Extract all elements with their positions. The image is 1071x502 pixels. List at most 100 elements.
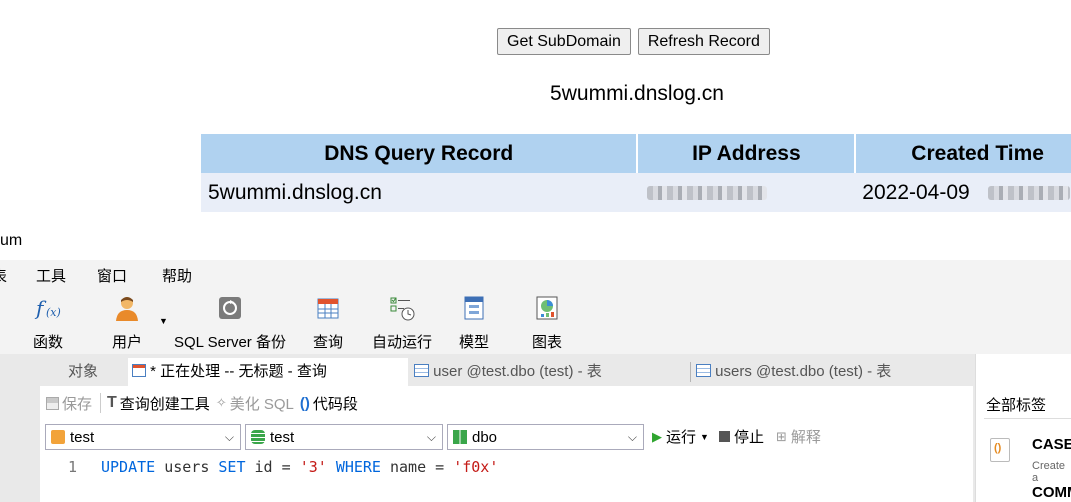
snippet-icon: () bbox=[299, 394, 310, 412]
divider bbox=[984, 418, 1071, 419]
query-editor: 保存 T 查询创建工具 ✧ 美化 SQL () 代码段 test ⌵ test … bbox=[40, 386, 973, 502]
magic-wand-icon: ✧ bbox=[215, 395, 227, 410]
tab-users-table[interactable]: users @test.dbo (test) - 表 bbox=[692, 358, 973, 386]
backup-icon bbox=[219, 297, 241, 319]
toolbar-function-button[interactable]: f (x) 函数 bbox=[24, 288, 72, 354]
window-title: um bbox=[0, 232, 23, 249]
database-select[interactable]: test ⌵ bbox=[245, 424, 443, 450]
snippet-title: CASE bbox=[1032, 436, 1071, 453]
toolbar-query-button[interactable]: 查询 bbox=[306, 288, 350, 354]
toolbar-label: 查询 bbox=[312, 334, 343, 351]
menu-tools[interactable]: 工具 bbox=[36, 265, 66, 286]
toolbar-model-button[interactable]: 模型 bbox=[452, 288, 496, 354]
toolbar-user-button[interactable]: 用户 bbox=[103, 288, 151, 354]
toolbar-label: 图表 bbox=[531, 334, 562, 351]
svg-text:(x): (x) bbox=[46, 306, 61, 319]
menu-table[interactable]: 表 bbox=[0, 265, 7, 286]
navicat-window: um 表 工具 窗口 帮助 f (x) 函数 用户 ▼ bbox=[0, 222, 1071, 502]
snippet-side-panel: 全部标签 () CASE Create a COMM bbox=[975, 354, 1071, 502]
tab-active-query[interactable]: * 正在处理 -- 无标题 - 查询 bbox=[128, 358, 408, 386]
title-bar: um bbox=[0, 222, 1071, 260]
toolbar-label: SQL Server 备份 bbox=[174, 334, 286, 351]
tab-objects[interactable]: 对象 bbox=[40, 358, 126, 386]
header-ip-address: IP Address bbox=[637, 134, 857, 173]
run-dropdown-icon[interactable]: ▼ bbox=[700, 432, 709, 442]
stop-icon[interactable] bbox=[718, 431, 730, 442]
connection-select[interactable]: test ⌵ bbox=[45, 424, 241, 450]
menu-window[interactable]: 窗口 bbox=[97, 265, 127, 286]
cell-record: 5wummi.dnslog.cn bbox=[201, 173, 638, 212]
save-button[interactable]: 保存 bbox=[46, 393, 92, 414]
sql-code-area[interactable]: 1 UPDATE users SET id = '3' WHERE name =… bbox=[40, 456, 973, 502]
tab-label: * 正在处理 -- 无标题 - 查询 bbox=[150, 363, 327, 380]
toolbar-sqlserver-backup-button[interactable]: SQL Server 备份 bbox=[171, 288, 289, 354]
toolbar-label: 模型 bbox=[458, 334, 489, 351]
table-row: 5wummi.dnslog.cn 2022-04-09 bbox=[201, 173, 1071, 212]
menu-bar: 表 工具 窗口 帮助 bbox=[0, 260, 1071, 288]
tab-user-table[interactable]: user @test.dbo (test) - 表 bbox=[410, 358, 690, 386]
schema-select[interactable]: dbo ⌵ bbox=[447, 424, 644, 450]
sql-identifier: users bbox=[155, 458, 219, 476]
header-created-time: Created Time bbox=[855, 134, 1071, 173]
beautify-sql-button[interactable]: ✧ 美化 SQL bbox=[216, 393, 294, 414]
refresh-record-button[interactable]: Refresh Record bbox=[637, 28, 770, 55]
save-icon bbox=[46, 396, 59, 410]
code-snippet-button[interactable]: () 代码段 bbox=[300, 393, 358, 414]
schema-value: dbo bbox=[472, 429, 498, 446]
workspace: 对象 * 正在处理 -- 无标题 - 查询 user @test.dbo (te… bbox=[0, 354, 1071, 502]
tab-label: user @test.dbo (test) - 表 bbox=[433, 363, 602, 380]
toolbar-autorun-button[interactable]: 自动运行 bbox=[370, 288, 434, 354]
query-builder-button[interactable]: T 查询创建工具 bbox=[107, 393, 210, 414]
stop-button[interactable]: 停止 bbox=[734, 426, 764, 447]
menu-help[interactable]: 帮助 bbox=[162, 265, 192, 286]
connection-icon bbox=[51, 430, 65, 444]
schema-icon bbox=[453, 430, 467, 444]
explain-icon: ⊞ bbox=[775, 428, 787, 444]
toolbar-label: 自动运行 bbox=[371, 334, 432, 351]
redacted-ip bbox=[647, 185, 768, 200]
chart-icon bbox=[536, 296, 558, 320]
tab-bar: 对象 * 正在处理 -- 无标题 - 查询 user @test.dbo (te… bbox=[40, 358, 973, 386]
table-header-row: DNS Query Record IP Address Created Time bbox=[201, 134, 1071, 173]
user-dropdown-arrow-icon[interactable]: ▼ bbox=[159, 316, 168, 326]
tab-label: users @test.dbo (test) - 表 bbox=[715, 363, 892, 380]
cell-created-time: 2022-04-09 bbox=[855, 173, 1071, 212]
created-date: 2022-04-09 bbox=[862, 180, 970, 204]
editor-toolbar: 保存 T 查询创建工具 ✧ 美化 SQL () 代码段 bbox=[40, 386, 973, 420]
table-icon bbox=[414, 364, 429, 377]
header-dns-query-record: DNS Query Record bbox=[201, 134, 639, 173]
user-icon bbox=[116, 297, 138, 321]
sql-string: 'f0x' bbox=[453, 458, 499, 476]
run-play-icon[interactable]: ▶ bbox=[652, 429, 662, 445]
main-toolbar: f (x) 函数 用户 ▼ SQL Server 备份 查询 自动运行 模型 图… bbox=[0, 288, 1071, 354]
sql-line[interactable]: UPDATE users SET id = '3' WHERE name = '… bbox=[101, 458, 498, 476]
toolbar-label: 用户 bbox=[111, 334, 142, 351]
run-controls: ▶ 运行 ▼ 停止 ⊞ 解释 bbox=[652, 426, 821, 447]
snippet-item[interactable]: () CASE Create a bbox=[976, 428, 1071, 484]
tag-filter-select[interactable]: 全部标签 bbox=[986, 394, 1046, 415]
chevron-down-icon: ⌵ bbox=[224, 430, 234, 444]
sql-keyword: SET bbox=[218, 458, 246, 476]
sql-space bbox=[327, 458, 336, 476]
database-icon bbox=[251, 430, 265, 444]
query-builder-label: 查询创建工具 bbox=[119, 395, 210, 413]
snippet-label: 代码段 bbox=[312, 395, 358, 413]
database-value: test bbox=[270, 429, 295, 446]
toolbar-divider bbox=[100, 393, 102, 413]
button-row: Get SubDomain Refresh Record bbox=[497, 28, 770, 55]
toolbar-label: 函数 bbox=[32, 334, 63, 351]
get-subdomain-button[interactable]: Get SubDomain bbox=[497, 28, 631, 55]
sql-keyword: WHERE bbox=[335, 458, 381, 476]
model-icon bbox=[464, 296, 484, 320]
line-number: 1 bbox=[68, 458, 78, 476]
sql-identifier: name = bbox=[380, 458, 454, 476]
snippet-subtitle: Create a bbox=[1032, 460, 1066, 484]
function-icon: f (x) bbox=[34, 296, 61, 320]
query-table-icon bbox=[317, 298, 339, 319]
run-button[interactable]: 运行 bbox=[666, 426, 696, 447]
selector-row: test ⌵ test ⌵ dbo ⌵ ▶ 运行 ▼ 停止 ⊞ 解释 bbox=[40, 424, 973, 452]
toolbar-chart-button[interactable]: 图表 bbox=[525, 288, 569, 354]
automation-icon bbox=[390, 297, 415, 321]
explain-button[interactable]: 解释 bbox=[791, 426, 821, 447]
snippet-title[interactable]: COMM bbox=[1032, 484, 1071, 501]
